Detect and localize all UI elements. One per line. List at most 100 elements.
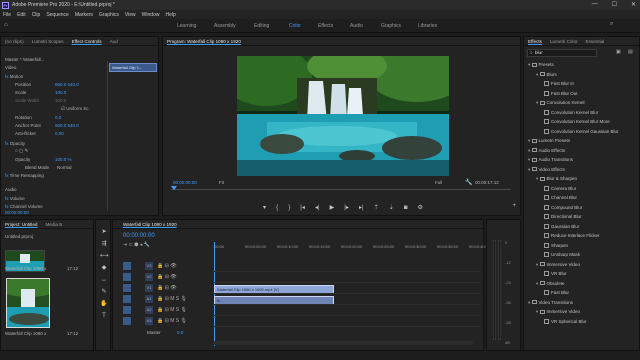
lift-icon[interactable]: ⇡ <box>374 203 379 213</box>
time-remapping-row[interactable]: fx Time Remapping <box>5 173 44 178</box>
mark-out-icon[interactable]: } <box>288 203 290 213</box>
marker-icon[interactable]: ▾ <box>263 203 266 213</box>
track-controls-icons[interactable]: 🔒 ⊟ M S 🎙 <box>157 296 187 302</box>
effects-item[interactable]: Reduce Interlace Flicker <box>544 233 600 239</box>
maximize-icon[interactable]: ☐ <box>612 1 617 8</box>
effects-item[interactable]: Sharpen <box>544 243 568 248</box>
effects-item[interactable]: Directional Blur <box>544 214 582 220</box>
blend-mode-select[interactable]: Normal <box>57 165 72 170</box>
go-to-in-icon[interactable]: |◂ <box>300 203 305 213</box>
effects-item[interactable]: VR Spherical Blur <box>544 319 587 324</box>
track-target-toggle[interactable]: A2 <box>145 306 153 314</box>
new-item-icon[interactable]: ▤ <box>628 49 633 55</box>
motion-fx-row[interactable]: fx Motion <box>5 74 23 79</box>
playback-resolution-select[interactable]: Full <box>435 180 442 185</box>
effects-item[interactable]: Channel Blur <box>544 195 577 201</box>
track-select-tool-icon[interactable]: ⇶ <box>100 240 108 248</box>
opacity-value[interactable]: 100.0 % <box>55 157 72 162</box>
effects-folder[interactable]: ▾ Video Transitions <box>528 300 573 306</box>
menu-edit[interactable]: Edit <box>17 12 26 18</box>
effects-folder[interactable]: ▾ Convolution Kernel <box>536 100 585 106</box>
effects-search-field[interactable]: ⌕ blur <box>527 49 597 57</box>
close-icon[interactable]: ✕ <box>631 1 636 8</box>
play-icon[interactable]: ▶ <box>330 203 335 213</box>
tab-program[interactable]: Program: Waterfall Clip 1080 x 1920 <box>167 39 241 44</box>
effects-item[interactable]: Convolution Kernel Blur <box>544 110 598 115</box>
master-clip-label[interactable]: Master * Waterfall... <box>5 57 44 62</box>
type-tool-icon[interactable]: T <box>100 312 108 320</box>
project-item-thumbnail-selected[interactable] <box>6 278 50 328</box>
mark-in-icon[interactable]: { <box>276 203 278 213</box>
timeline-options-icons[interactable]: ⇥ ⊂ ⬢ ◂ 🔧 <box>123 242 150 248</box>
effects-item[interactable]: Gaussian Blur <box>544 224 579 229</box>
uniform-scale-checkbox[interactable]: ☑ Uniform Sc <box>61 106 89 112</box>
export-frame-icon[interactable]: ◙ <box>404 203 408 213</box>
source-patch-toggle[interactable] <box>123 317 131 325</box>
effects-item[interactable]: Fast Blur <box>544 290 569 296</box>
track-controls-icons[interactable]: 🔒 ⊟ 👁 <box>157 274 177 280</box>
tab-effects[interactable]: Effects <box>528 39 542 44</box>
effects-folder[interactable]: ▾ Blurs <box>536 72 557 78</box>
opacity-fx-row[interactable]: fx Opacity <box>5 141 25 146</box>
hand-tool-icon[interactable]: ✋ <box>100 300 108 308</box>
source-patch-toggle[interactable] <box>123 306 131 314</box>
timeline-zoom-scrollbar[interactable] <box>213 341 473 345</box>
workspace-audio[interactable]: Audio <box>350 23 363 29</box>
position-value[interactable]: 960.0 540.0 <box>55 82 79 87</box>
source-patch-toggle[interactable] <box>123 295 131 303</box>
search-icon[interactable]: ⌕ <box>610 21 613 28</box>
effects-folder[interactable]: ▾ Audio Effects <box>528 148 565 154</box>
extract-icon[interactable]: ⇣ <box>389 203 394 213</box>
menu-clip[interactable]: Clip <box>32 12 41 18</box>
menu-graphics[interactable]: Graphics <box>99 12 119 18</box>
project-item-name[interactable]: Waterfall Clip 1080 x <box>5 331 46 336</box>
effects-folder[interactable]: ▾ Video Effects <box>528 167 565 173</box>
add-button-icon[interactable]: + <box>512 203 516 209</box>
effects-folder[interactable]: ▾ Obsolete <box>536 281 565 287</box>
playhead-icon[interactable] <box>171 186 177 190</box>
pen-tool-icon[interactable]: ✎ <box>100 288 108 296</box>
program-timecode-in[interactable]: 00:00:00:00 <box>173 180 197 185</box>
fit-zoom-select[interactable]: Fit <box>219 180 224 185</box>
menu-window[interactable]: Window <box>142 12 160 18</box>
tab-media-browser[interactable]: Media B <box>45 222 62 227</box>
effects-item[interactable]: VR Blur <box>544 271 567 277</box>
rotation-value[interactable]: 0.0 <box>55 115 61 120</box>
track-target-toggle[interactable]: A3 <box>145 317 153 325</box>
workspace-editing[interactable]: Editing <box>254 23 269 29</box>
track-controls-icons[interactable]: 🔒 ⊟ M S 🎙 <box>157 318 187 324</box>
program-scrub-bar[interactable] <box>171 189 511 190</box>
tab-lumetri-scopes[interactable]: Lumetri Scopes <box>32 39 64 44</box>
effects-item[interactable]: Unsharp Mask <box>544 252 580 258</box>
track-controls-icons[interactable]: 🔒 ⊟ 👁 <box>157 263 177 269</box>
track-controls-icons[interactable]: 🔒 ⊟ 👁 <box>157 285 177 291</box>
effect-controls-timecode[interactable]: 00:00:00:00 <box>5 210 29 215</box>
wrench-icon[interactable]: 🔧 <box>465 179 472 186</box>
source-patch-toggle[interactable] <box>123 262 131 270</box>
tab-project[interactable]: Project: Untitled <box>5 222 37 227</box>
timeline-playhead[interactable] <box>214 242 215 346</box>
workspace-learning[interactable]: Learning <box>177 23 196 29</box>
new-bin-icon[interactable]: ▣ <box>616 49 621 55</box>
tab-effect-controls[interactable]: Effect Controls <box>72 39 102 44</box>
step-back-icon[interactable]: ◂| <box>315 203 320 213</box>
workspace-assembly[interactable]: Assembly <box>214 23 236 29</box>
workspace-effects[interactable]: Effects <box>318 23 333 29</box>
workspace-graphics[interactable]: Graphics <box>381 23 401 29</box>
effects-item[interactable]: Convolution Kernel Blur More <box>544 119 610 125</box>
anti-flicker-value[interactable]: 0.00 <box>55 131 64 136</box>
track-target-toggle[interactable]: V3 <box>145 262 153 270</box>
minimize-icon[interactable]: — <box>592 1 598 8</box>
tab-lumetri-color[interactable]: Lumetri Color <box>550 39 578 44</box>
timeline-timecode[interactable]: 00:00:00:00 <box>123 233 155 239</box>
effects-item[interactable]: Fast Blur Out <box>544 91 578 96</box>
track-controls-icons[interactable]: 🔒 ⊟ M S 🎙 <box>157 307 187 313</box>
workspace-color[interactable]: Color <box>289 23 301 29</box>
channel-volume-fx-row[interactable]: fx Channel Volume <box>5 204 43 209</box>
scale-value[interactable]: 100.0 <box>55 90 66 95</box>
menu-markers[interactable]: Markers <box>75 12 93 18</box>
track-target-toggle[interactable]: A1 <box>145 295 153 303</box>
menu-file[interactable]: File <box>3 12 11 18</box>
project-item-name[interactable]: Waterfall Clip 1080 x <box>5 266 46 271</box>
settings-icon[interactable]: ⚙ <box>418 203 423 213</box>
